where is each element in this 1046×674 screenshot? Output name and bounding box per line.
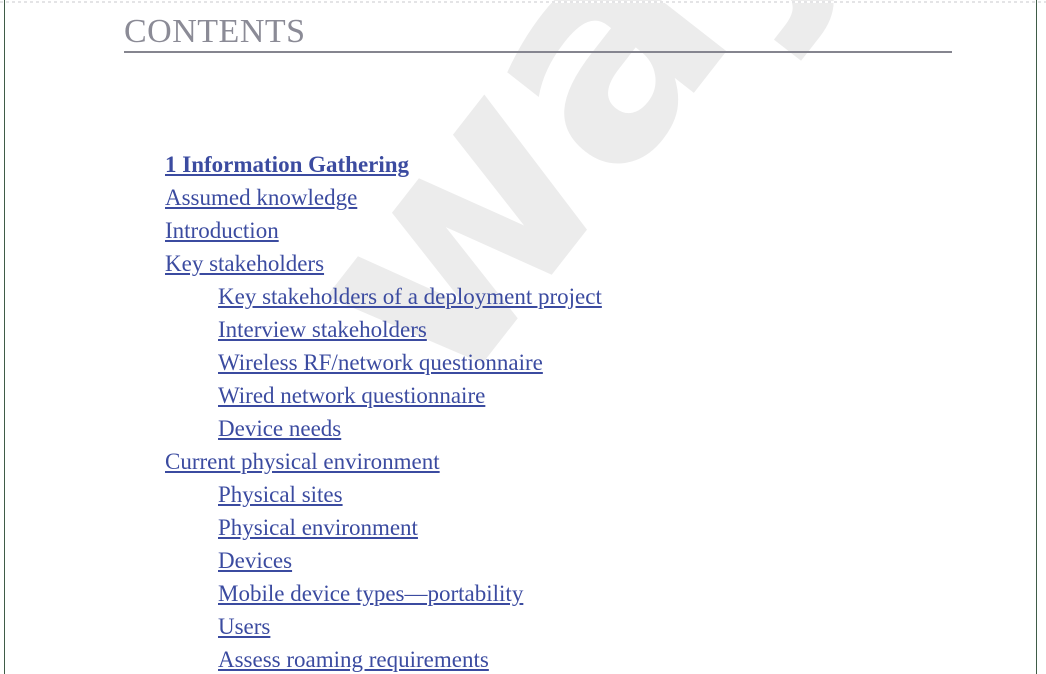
page-right-edge-border [1036,0,1037,674]
toc-entry-label: 1 Information Gathering [165,152,410,177]
page-left-edge-border [4,0,5,674]
toc-entry[interactable]: Current physical environment [0,445,1046,478]
page-top-dotted-rule [0,1,1046,3]
toc-entry[interactable]: Wireless RF/network questionnaire [0,346,1046,379]
table-of-contents-list: 1 Information Gathering Assumed knowledge… [0,148,1046,674]
toc-entry-label: Assumed knowledge [165,185,358,210]
toc-entry[interactable]: Interview stakeholders [0,313,1046,346]
toc-entry-label: Key stakeholders [165,251,325,276]
toc-entry[interactable]: Mobile device types—portability [0,577,1046,610]
toc-entry-label: Introduction [165,218,279,243]
toc-entry[interactable]: Users [0,610,1046,643]
toc-entry-label: Physical sites [218,482,343,507]
page-title: CONTENTS [124,13,306,50]
toc-entry-label: Physical environment [218,515,418,540]
toc-entry-label: Mobile device types—portability [218,581,524,606]
toc-entry-label: Users [218,614,271,639]
toc-entry-label: Assess roaming requirements [218,647,489,672]
heading-divider [124,51,952,53]
toc-entry[interactable]: Assumed knowledge [0,181,1046,214]
toc-entry[interactable]: 1 Information Gathering [0,148,1046,181]
toc-entry[interactable]: Introduction [0,214,1046,247]
document-page: way CONTENTS 1 Information Gathering Assu… [0,0,1046,674]
toc-entry[interactable]: Device needs [0,412,1046,445]
toc-entry[interactable]: Key stakeholders [0,247,1046,280]
toc-entry[interactable]: Physical environment [0,511,1046,544]
toc-entry-label: Current physical environment [165,449,440,474]
toc-entry-label: Device needs [218,416,342,441]
toc-entry-label: Devices [218,548,293,573]
toc-entry[interactable]: Assess roaming requirements [0,643,1046,674]
toc-entry-label: Key stakeholders of a deployment project [218,284,602,309]
toc-entry-label: Wired network questionnaire [218,383,486,408]
toc-entry-label: Interview stakeholders [218,317,427,342]
toc-entry[interactable]: Devices [0,544,1046,577]
toc-entry-label: Wireless RF/network questionnaire [218,350,543,375]
toc-entry[interactable]: Wired network questionnaire [0,379,1046,412]
toc-entry[interactable]: Physical sites [0,478,1046,511]
toc-entry[interactable]: Key stakeholders of a deployment project [0,280,1046,313]
